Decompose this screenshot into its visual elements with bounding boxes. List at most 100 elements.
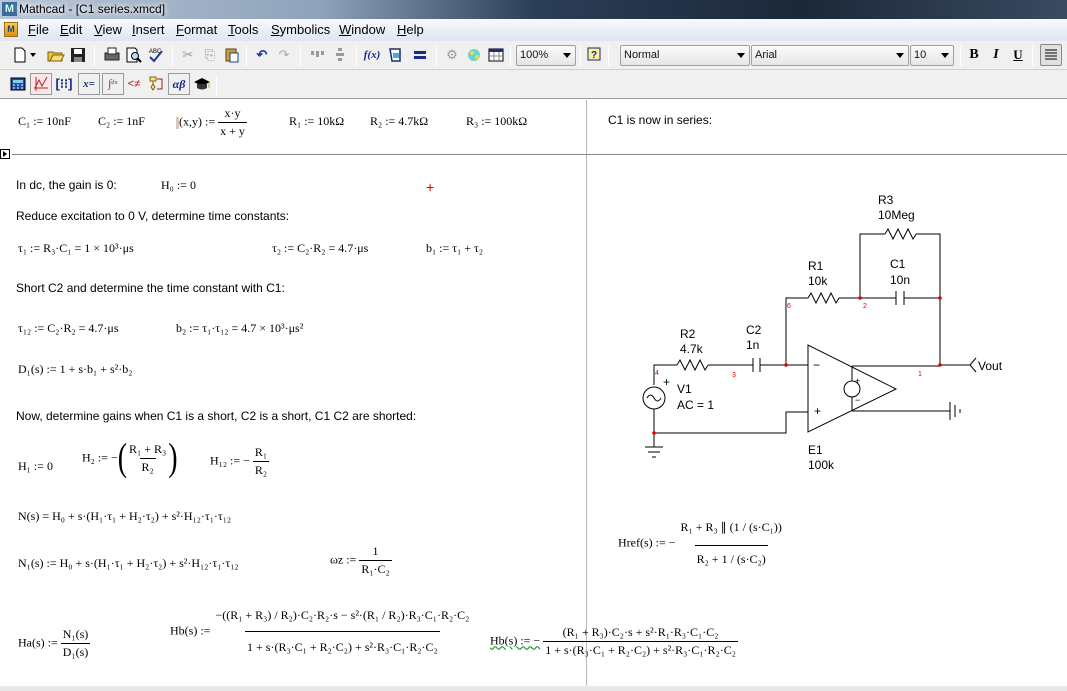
def-h2[interactable]: H₂ := −(R₁ + R₃ R₂) bbox=[82, 436, 178, 479]
def-b1[interactable]: b₁ := τ₁ + τ₂ bbox=[426, 241, 483, 256]
mathcad-logo-icon: M bbox=[2, 2, 17, 16]
def-h1[interactable]: H₁ := 0 bbox=[18, 459, 53, 474]
r2-value: 4.7k bbox=[680, 342, 704, 356]
menu-help[interactable]: Help bbox=[397, 22, 424, 37]
spell-check-icon[interactable]: ABC bbox=[146, 45, 166, 65]
programming-icon[interactable] bbox=[146, 74, 166, 94]
menu-insert[interactable]: Insert bbox=[132, 22, 165, 37]
page-boundary bbox=[586, 100, 587, 691]
insert-unit-icon[interactable] bbox=[386, 45, 406, 65]
greek-icon[interactable]: αβ bbox=[168, 73, 190, 95]
node-label: 3 bbox=[732, 372, 736, 379]
help-icon[interactable]: ? bbox=[584, 45, 604, 65]
matrix-icon[interactable]: [⁝⁝] bbox=[54, 74, 74, 94]
r3-value: 10Meg bbox=[878, 208, 915, 222]
print-icon[interactable] bbox=[102, 45, 122, 65]
align-left-icon[interactable] bbox=[1040, 44, 1062, 66]
math-toolbar: [⁝⁝] x= ∫ᵈˣ <≠ αβ bbox=[0, 70, 1067, 99]
def-tau2[interactable]: τ₂ := C₂·R₂ = 4.7·μs bbox=[272, 241, 368, 256]
reduce-excitation-text[interactable]: Reduce excitation to 0 V, determine time… bbox=[16, 209, 289, 223]
node-label: 2 bbox=[863, 303, 867, 310]
open-icon[interactable] bbox=[46, 45, 66, 65]
document-menu-icon[interactable]: M bbox=[4, 22, 18, 37]
style-dropdown[interactable]: Normal bbox=[620, 45, 750, 66]
align-across-icon[interactable] bbox=[308, 45, 328, 65]
copy-icon[interactable]: ⎘ bbox=[200, 45, 220, 65]
collapse-region-toggle[interactable] bbox=[0, 149, 10, 159]
table-icon[interactable] bbox=[486, 45, 506, 65]
def-tau12[interactable]: τ₁₂ := C₂·R₂ = 4.7·μs bbox=[18, 321, 119, 336]
undo-icon[interactable]: ↶ bbox=[252, 45, 272, 65]
menu-bar: M File Edit View Insert Format Tools Sym… bbox=[0, 19, 1067, 41]
menu-format[interactable]: Format bbox=[176, 22, 217, 37]
c1-value: 10n bbox=[890, 273, 910, 287]
symbolic-icon[interactable] bbox=[192, 74, 212, 94]
series-note[interactable]: C1 is now in series: bbox=[608, 113, 712, 127]
c2-name: C2 bbox=[746, 323, 762, 337]
gains-text[interactable]: Now, determine gains when C1 is a short,… bbox=[16, 409, 416, 423]
def-c1[interactable]: C₁ := 10nF bbox=[18, 114, 71, 129]
save-icon[interactable] bbox=[68, 45, 88, 65]
menu-tools[interactable]: Tools bbox=[228, 22, 258, 37]
menu-view[interactable]: View bbox=[94, 22, 122, 37]
def-href[interactable]: Href(s) := − R₁ + R₃ ∥ (1 / (s·C₁)) R₂ + … bbox=[618, 520, 784, 567]
circuit-schematic[interactable]: − + + − + 6 2 4 3 1 R3 10Meg R1 10k C1 1… bbox=[630, 185, 1050, 475]
italic-button[interactable]: I bbox=[986, 45, 1006, 65]
def-r1[interactable]: R₁ := 10kΩ bbox=[289, 114, 344, 129]
def-h0[interactable]: H₀ := 0 bbox=[161, 178, 196, 193]
calculus-icon[interactable]: ∫ᵈˣ bbox=[102, 73, 124, 95]
short-c2-text[interactable]: Short C2 and determine the time constant… bbox=[16, 281, 285, 295]
new-dropdown-icon[interactable] bbox=[28, 45, 38, 65]
graph-icon[interactable] bbox=[30, 73, 52, 95]
print-preview-icon[interactable] bbox=[124, 45, 144, 65]
font-size-value: 10 bbox=[914, 49, 927, 61]
def-hb-simplified[interactable]: Hb(s) := − (R₁ + R₃)·C₂·s + s²·R₁·R₃·C₁·… bbox=[490, 625, 738, 658]
def-wz[interactable]: ωz := 1 R₁·C₂ bbox=[330, 544, 392, 577]
calculator-icon[interactable] bbox=[8, 74, 28, 94]
dc-gain-text[interactable]: In dc, the gain is 0: bbox=[16, 178, 117, 192]
def-c2[interactable]: C₂ := 1nF bbox=[98, 114, 145, 129]
def-n1s[interactable]: N₁(s) := H₀ + s·(H₁·τ₁ + H₂·τ₂) + s²·H₁₂… bbox=[18, 556, 239, 571]
expr-ns[interactable]: N(s) = H₀ + s·(H₁·τ₁ + H₂·τ₂) + s²·H₁₂·τ… bbox=[18, 509, 231, 524]
bold-button[interactable]: B bbox=[964, 45, 984, 65]
chevron-down-icon bbox=[737, 53, 745, 58]
menu-edit[interactable]: Edit bbox=[60, 22, 82, 37]
zoom-dropdown[interactable]: 100% bbox=[516, 45, 576, 66]
evaluation-icon[interactable]: x= bbox=[78, 73, 100, 95]
node-label: 1 bbox=[918, 371, 922, 378]
def-d1[interactable]: D₁(s) := 1 + s·b₁ + s²·b₂ bbox=[18, 362, 132, 377]
redo-icon[interactable]: ↷ bbox=[274, 45, 294, 65]
underline-button[interactable]: U bbox=[1008, 45, 1028, 65]
menu-window[interactable]: Window bbox=[339, 22, 385, 37]
def-r2[interactable]: R₂ := 4.7kΩ bbox=[370, 114, 428, 129]
font-dropdown[interactable]: Arial bbox=[751, 45, 909, 66]
calculate-icon[interactable] bbox=[410, 45, 430, 65]
def-h12[interactable]: H₁₂ := − R₁ R₂ bbox=[210, 445, 270, 478]
new-icon[interactable] bbox=[10, 45, 30, 65]
c1-name: C1 bbox=[890, 257, 906, 271]
resource-center-icon[interactable] bbox=[464, 45, 484, 65]
vout-label: Vout bbox=[978, 359, 1003, 373]
paste-icon[interactable] bbox=[222, 45, 242, 65]
chevron-down-icon bbox=[941, 53, 949, 58]
def-r3[interactable]: R₃ := 100kΩ bbox=[466, 114, 527, 129]
align-down-icon[interactable] bbox=[330, 45, 350, 65]
font-size-dropdown[interactable]: 10 bbox=[910, 45, 954, 66]
cut-icon[interactable]: ✂ bbox=[178, 45, 198, 65]
c2-value: 1n bbox=[746, 338, 759, 352]
title-bar: M Mathcad - [C1 series.xmcd] bbox=[0, 0, 1067, 19]
def-b2[interactable]: b₂ := τ₁·τ₁₂ = 4.7 × 10³·μs² bbox=[176, 321, 303, 336]
v1-value: AC = 1 bbox=[677, 398, 714, 412]
insert-component-icon[interactable]: ⚙ bbox=[442, 45, 462, 65]
def-hb[interactable]: Hb(s) := −((R₁ + R₃) / R₂)·C₂·R₂·s − s²·… bbox=[170, 608, 471, 655]
v1-name: V1 bbox=[677, 382, 692, 396]
menu-file[interactable]: File bbox=[28, 22, 49, 37]
chevron-down-icon bbox=[896, 53, 904, 58]
menu-symbolics[interactable]: Symbolics bbox=[271, 22, 330, 37]
insert-function-icon[interactable]: f(x) bbox=[362, 45, 382, 65]
def-ha[interactable]: Ha(s) := N₁(s) D₁(s) bbox=[18, 627, 91, 660]
def-tau1[interactable]: τ₁ := R₃·C₁ = 1 × 10³·μs bbox=[18, 241, 134, 256]
boolean-icon[interactable]: <≠ bbox=[124, 74, 144, 94]
horizontal-scrollbar[interactable] bbox=[0, 686, 1067, 691]
def-parallel[interactable]: (x,y) := x·y x + y bbox=[176, 106, 247, 139]
